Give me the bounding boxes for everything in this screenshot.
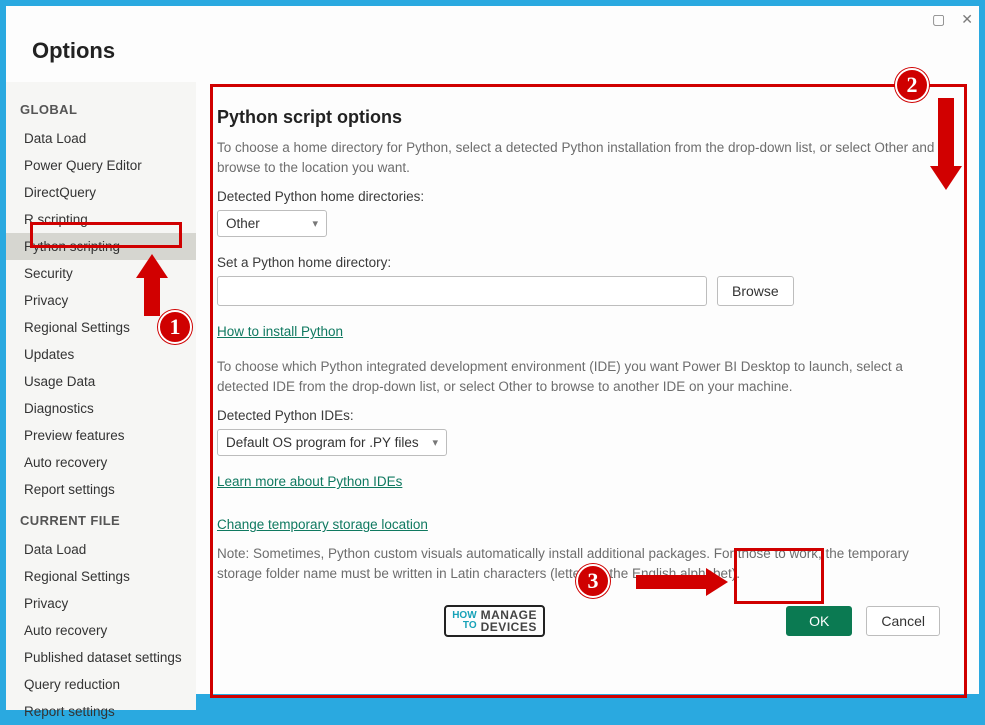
ide-select[interactable]: Default OS program for .PY files ▾: [217, 429, 447, 456]
sidebar-item-directquery[interactable]: DirectQuery: [6, 179, 196, 206]
sidebar-item-cf-published-dataset-settings[interactable]: Published dataset settings: [6, 644, 196, 671]
learn-ides-link[interactable]: Learn more about Python IDEs: [217, 474, 402, 489]
annotation-box-ok: [734, 548, 824, 604]
footer-row: HOW TO MANAGE DEVICES OK Cancel: [217, 605, 940, 637]
close-icon[interactable]: ✕: [961, 11, 973, 28]
home-directory-input[interactable]: [217, 276, 707, 306]
annotation-circle-2: 2: [895, 68, 929, 102]
sidebar-item-cf-privacy[interactable]: Privacy: [6, 590, 196, 617]
annotation-arrow-up: [136, 254, 168, 278]
content-panel: Python script options To choose a home d…: [217, 107, 940, 637]
home-dirs-label: Detected Python home directories:: [217, 189, 940, 204]
titlebar: ▢ ✕: [6, 6, 979, 32]
change-storage-link[interactable]: Change temporary storage location: [217, 517, 428, 532]
sidebar-item-data-load[interactable]: Data Load: [6, 125, 196, 152]
dialog-title: Options: [6, 32, 979, 82]
sidebar-item-privacy[interactable]: Privacy: [6, 287, 196, 314]
annotation-arrow-right: [706, 568, 728, 596]
page-heading: Python script options: [217, 107, 940, 128]
options-dialog: ▢ ✕ Options GLOBAL Data Load Power Query…: [6, 6, 979, 694]
sidebar-item-preview-features[interactable]: Preview features: [6, 422, 196, 449]
ide-intro-paragraph: To choose which Python integrated develo…: [217, 357, 940, 396]
annotation-arrow-down: [930, 166, 962, 190]
sidebar-item-cf-auto-recovery[interactable]: Auto recovery: [6, 617, 196, 644]
annotation-circle-3: 3: [576, 564, 610, 598]
chevron-down-icon: ▾: [432, 436, 438, 449]
set-home-label: Set a Python home directory:: [217, 255, 940, 270]
sidebar-item-diagnostics[interactable]: Diagnostics: [6, 395, 196, 422]
annotation-circle-1: 1: [158, 310, 192, 344]
annotation-box-main: Python script options To choose a home d…: [210, 84, 967, 698]
sidebar-section-global: GLOBAL: [6, 92, 196, 125]
watermark-logo: HOW TO MANAGE DEVICES: [444, 605, 545, 637]
chevron-down-icon: ▾: [312, 217, 318, 230]
intro-paragraph: To choose a home directory for Python, s…: [217, 138, 940, 177]
sidebar: GLOBAL Data Load Power Query Editor Dire…: [6, 82, 196, 710]
sidebar-item-cf-regional-settings[interactable]: Regional Settings: [6, 563, 196, 590]
ide-value: Default OS program for .PY files: [226, 435, 419, 450]
home-dirs-select[interactable]: Other ▾: [217, 210, 327, 237]
sidebar-item-updates[interactable]: Updates: [6, 341, 196, 368]
install-python-link[interactable]: How to install Python: [217, 324, 343, 339]
cancel-button[interactable]: Cancel: [866, 606, 940, 636]
sidebar-section-current-file: CURRENT FILE: [6, 503, 196, 536]
ok-button[interactable]: OK: [786, 606, 852, 636]
sidebar-item-cf-report-settings[interactable]: Report settings: [6, 698, 196, 725]
sidebar-item-power-query-editor[interactable]: Power Query Editor: [6, 152, 196, 179]
sidebar-item-report-settings[interactable]: Report settings: [6, 476, 196, 503]
annotation-box-sidebar-item: [30, 222, 182, 248]
logo-to: TO: [452, 621, 476, 631]
sidebar-item-auto-recovery[interactable]: Auto recovery: [6, 449, 196, 476]
sidebar-item-cf-query-reduction[interactable]: Query reduction: [6, 671, 196, 698]
home-dirs-value: Other: [226, 216, 260, 231]
sidebar-item-cf-data-load[interactable]: Data Load: [6, 536, 196, 563]
sidebar-item-usage-data[interactable]: Usage Data: [6, 368, 196, 395]
ide-label: Detected Python IDEs:: [217, 408, 940, 423]
logo-line2: DEVICES: [481, 621, 537, 633]
browse-button[interactable]: Browse: [717, 276, 794, 306]
maximize-icon[interactable]: ▢: [932, 11, 945, 28]
